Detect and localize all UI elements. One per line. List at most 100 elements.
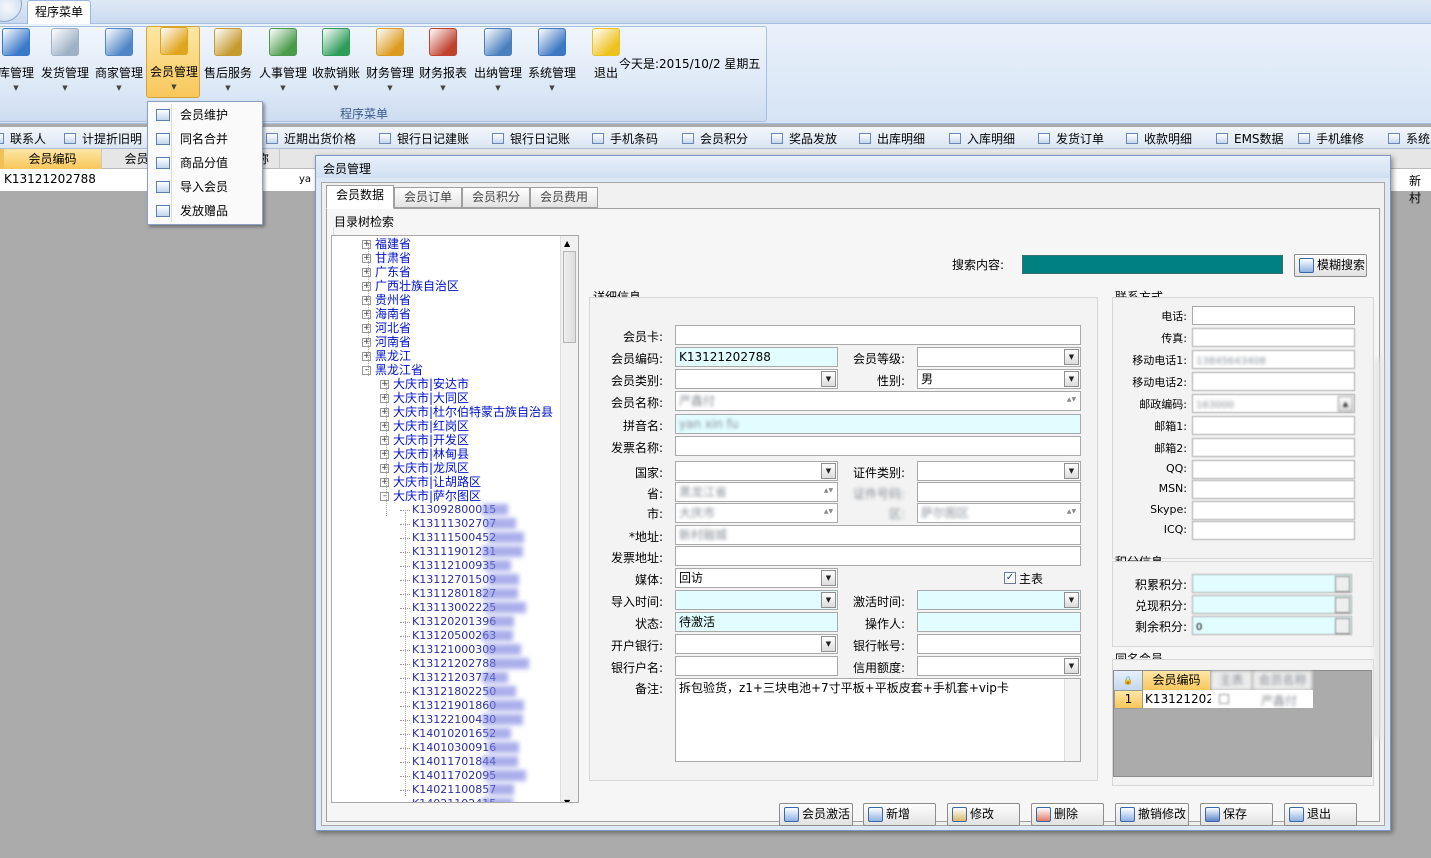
tab-3[interactable]: 会员费用 [530,187,598,208]
ribbon-button-3[interactable]: 会员管理 ▼ [146,26,200,98]
spin-arrows-icon[interactable] [1335,618,1350,634]
tree-node-member[interactable]: K13121802250 [400,685,516,699]
open-form-tab[interactable]: 银行日记账 [492,130,570,146]
spin-arrows-icon[interactable]: ▲ [1338,396,1353,412]
open-form-tab[interactable]: EMS数据 [1216,130,1284,146]
open-form-tab[interactable]: 手机条码 [592,130,658,146]
import-time-picker[interactable]: ▼ [675,590,838,610]
tree-node-province[interactable]: + 广东省 [362,265,411,279]
tab-0[interactable]: 会员数据 [326,185,394,209]
same-name-row[interactable]: K13121202788 严鑫付 [1143,690,1313,709]
member-card-input[interactable] [675,325,1081,345]
remark-scrollbar[interactable] [1064,679,1080,761]
collapse-icon[interactable]: - [380,492,389,501]
ribbon-button-9[interactable]: 出纳管理 ▼ [471,28,525,96]
menu-item-3[interactable]: 导入会员 [151,176,259,198]
dropdown-arrow-icon[interactable]: ▼ [821,570,836,586]
expand-icon[interactable]: + [380,394,389,403]
tree-node-province[interactable]: + 甘肃省 [362,251,411,265]
tree-node-member[interactable]: K13121000309 [400,643,521,657]
dropdown-arrow-icon[interactable]: ▼ [821,371,836,387]
cert-type-select[interactable]: ▼ [917,461,1081,481]
ribbon-button-8[interactable]: 财务报表 ▼ [416,28,470,96]
primary-checkbox[interactable]: ✓ [1004,572,1016,584]
ribbon-button-6[interactable]: 收款销账 ▼ [309,28,363,96]
tree-node-province[interactable]: + 福建省 [362,237,411,251]
expand-icon[interactable]: + [362,296,371,305]
collapse-icon[interactable]: - [362,366,371,375]
open-form-tab[interactable]: 发货订单 [1038,130,1104,146]
tree-node-member[interactable]: K14010300916 [400,741,519,755]
tab-1[interactable]: 会员订单 [394,187,462,208]
window-titlebar[interactable]: 会员管理 [316,156,1390,178]
tree-scrollbar[interactable]: ▲ ▼ [560,236,578,802]
tree-node-member[interactable]: K13121202788 [400,657,529,671]
contact-input-3[interactable] [1192,372,1355,391]
tree-node-member[interactable]: K14011702095 [400,769,526,783]
grid-cell-code[interactable]: K13121202788 [4,172,96,186]
contact-input-0[interactable] [1192,306,1355,325]
points-input-1[interactable] [1192,595,1352,614]
button-save[interactable]: 保存 [1200,803,1273,826]
credit-limit-input[interactable]: ▼ [917,656,1081,676]
button-delete[interactable]: 删除 [1031,803,1104,826]
tree-node-member[interactable]: K14021102415 [412,797,513,802]
tree-node-province[interactable]: + 河北省 [362,321,411,335]
fuzzy-search-button[interactable]: 模糊搜索 [1294,254,1367,277]
tree-node-district[interactable]: - 大庆市|萨尔图区 [380,489,481,503]
region-tree[interactable]: + 福建省 + 甘肃省 + 广东省 + 广西壮族自治区 + 贵州省 + 海南省 + 河北省 + 河南省 + 黑龙江… [331,235,579,803]
menu-item-4[interactable]: 发放赠品 [151,200,259,222]
pinyin-input[interactable]: yan xin fu [675,414,1081,434]
same-name-header-code[interactable]: 会员编码 [1143,671,1211,690]
open-form-tab[interactable]: 奖品发放 [771,130,837,146]
expand-icon[interactable]: + [362,254,371,263]
button-activate[interactable]: 会员激活 [779,803,853,826]
points-input-0[interactable] [1192,574,1352,593]
tree-node-member[interactable]: K13120201396 [400,615,514,629]
expand-icon[interactable]: + [362,268,371,277]
expand-icon[interactable]: + [380,422,389,431]
contact-input-1[interactable] [1192,328,1355,347]
search-input[interactable] [1022,255,1283,274]
tree-node-district[interactable]: + 大庆市|开发区 [380,433,469,447]
address-input[interactable]: 新村融城 [675,525,1081,545]
points-input-2[interactable]: 0 [1192,616,1352,635]
same-name-grid[interactable]: 🔒 会员编码 主表 会员名称 1 K13121202788 严鑫付 [1113,670,1372,777]
dropdown-arrow-icon[interactable]: ▼ [1064,349,1079,365]
same-name-header-primary[interactable]: 主表 [1211,671,1253,690]
spin-arrows-icon[interactable] [1335,597,1350,613]
dropdown-arrow-icon[interactable]: ▼ [1064,463,1079,479]
dropdown-arrow-icon[interactable]: ▼ [1064,592,1079,608]
tree-node-district[interactable]: + 大庆市|杜尔伯特蒙古族自治县 [380,405,553,419]
expand-icon[interactable]: + [380,380,389,389]
bank-select[interactable]: ▼ [675,634,838,654]
expand-icon[interactable]: + [380,464,389,473]
account-name-input[interactable] [675,656,838,676]
expand-icon[interactable]: + [362,282,371,291]
button-add[interactable]: 新增 [863,803,936,826]
spin-arrows-icon[interactable]: ▲▼ [1064,393,1079,409]
spin-arrows-icon[interactable]: ▲▼ [1064,505,1079,521]
tree-scroll-thumb[interactable] [563,251,576,343]
dropdown-arrow-icon[interactable]: ▼ [1064,658,1079,674]
tree-node-heilongjiang[interactable]: - 黑龙江省 [362,363,423,377]
spin-arrows-icon[interactable]: ▲▼ [821,505,836,521]
tree-node-member[interactable]: K14011701844 [400,755,518,769]
app-orb-button[interactable] [0,0,22,22]
tree-node-district[interactable]: + 大庆市|红岗区 [380,419,469,433]
tree-node-district[interactable]: + 大庆市|大同区 [380,391,469,405]
tree-node-province[interactable]: + 贵州省 [362,293,411,307]
expand-icon[interactable]: + [362,338,371,347]
contact-input-2[interactable]: 13845643408 [1192,350,1355,369]
gender-select[interactable]: 男 ▼ [917,369,1081,389]
menu-item-2[interactable]: 商品分值 [151,152,259,174]
province-select[interactable]: 黑龙江省 ▲▼ [675,482,838,502]
activate-time-picker[interactable]: ▼ [917,590,1081,610]
contact-input-4[interactable]: 163000 ▲ [1192,394,1355,413]
expand-icon[interactable]: + [380,478,389,487]
dropdown-arrow-icon[interactable]: ▼ [1064,371,1079,387]
dropdown-arrow-icon[interactable]: ▼ [821,592,836,608]
tab-2[interactable]: 会员积分 [462,187,530,208]
remark-textarea[interactable]: 拆包验货，z1+三块电池+7寸平板+平板皮套+手机套+vip卡 [675,678,1081,762]
invoice-address-input[interactable] [675,546,1081,566]
